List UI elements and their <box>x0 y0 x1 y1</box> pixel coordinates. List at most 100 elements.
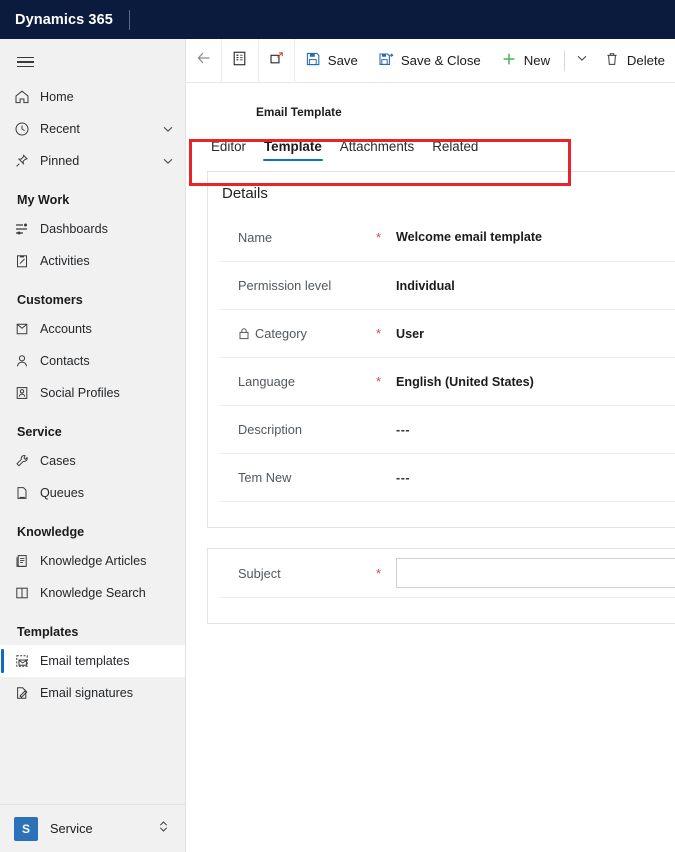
card-spacer <box>207 528 675 548</box>
field-label-permission-level: Permission level <box>238 278 332 293</box>
sidebar-item-accounts[interactable]: Accounts <box>0 313 185 345</box>
form-body: Details Name * Welcome email template Pe… <box>186 161 675 624</box>
field-value-name[interactable]: Welcome email template <box>396 230 542 244</box>
up-down-chevron-icon[interactable] <box>156 819 171 839</box>
email-template-icon <box>14 652 40 670</box>
save-and-close-button[interactable]: Save & Close <box>368 39 491 83</box>
tab-template[interactable]: Template <box>255 139 331 161</box>
sidebar-item-social-profiles[interactable]: Social Profiles <box>0 377 185 409</box>
form-icon <box>231 50 248 72</box>
lock-icon <box>238 327 250 340</box>
sidebar-group-service: Service <box>17 425 62 439</box>
field-label-description: Description <box>238 422 303 437</box>
field-value-language[interactable]: English (United States) <box>396 375 534 389</box>
sidebar-item-pinned[interactable]: Pinned <box>0 145 185 177</box>
clipboard-icon <box>14 252 40 270</box>
brand-divider <box>128 9 130 30</box>
sidebar-item-label: Dashboards <box>40 222 108 236</box>
back-button[interactable] <box>186 38 223 83</box>
sidebar-item-label: Social Profiles <box>40 386 120 400</box>
sidebar-item-label: Cases <box>40 454 76 468</box>
subject-card-footer <box>220 597 675 623</box>
sidebar-item-email-signatures[interactable]: Email signatures <box>0 677 185 709</box>
form-header: Email Template <box>186 83 675 119</box>
product-brand: Dynamics 365 <box>15 11 113 28</box>
sidebar-item-knowledge-articles[interactable]: Knowledge Articles <box>0 545 185 577</box>
left-sidebar: Home Recent Pinned My Work Dashboards Ac… <box>0 39 186 852</box>
account-icon <box>14 320 40 338</box>
form-selector-button[interactable] <box>222 38 259 83</box>
sidebar-item-dashboards[interactable]: Dashboards <box>0 213 185 245</box>
field-row-tem-new: Tem New --- <box>220 453 675 501</box>
command-bar: Save Save & Close New Delete <box>186 38 675 83</box>
pin-icon <box>14 152 40 170</box>
sidebar-item-label: Queues <box>40 486 85 500</box>
app-tile-initial: S <box>14 816 38 841</box>
sidebar-item-label: Accounts <box>40 322 92 336</box>
sidebar-item-label: Pinned <box>40 154 80 168</box>
dashboard-icon <box>14 220 40 238</box>
delete-label: Delete <box>626 53 666 68</box>
save-button[interactable]: Save <box>295 39 368 83</box>
new-label: New <box>523 53 551 68</box>
required-indicator: * <box>376 565 382 581</box>
field-value-category[interactable]: User <box>396 327 424 341</box>
sidebar-item-label: Contacts <box>40 354 90 368</box>
sidebar-group-templates: Templates <box>17 625 79 639</box>
chevron-down-icon[interactable] <box>161 122 175 136</box>
sidebar-item-home[interactable]: Home <box>0 81 185 113</box>
new-button[interactable]: New <box>491 39 560 83</box>
entity-type-label: Email Template <box>256 105 342 119</box>
sidebar-group-my-work: My Work <box>17 193 70 207</box>
sidebar-item-label: Email signatures <box>40 686 134 700</box>
form-tab-strip: Editor Template Attachments Related <box>186 119 675 161</box>
details-card: Details Name * Welcome email template Pe… <box>207 171 675 528</box>
sidebar-item-recent[interactable]: Recent <box>0 113 185 145</box>
sidebar-item-label: Knowledge Articles <box>40 554 147 568</box>
tab-editor[interactable]: Editor <box>202 139 255 161</box>
sidebar-item-contacts[interactable]: Contacts <box>0 345 185 377</box>
sidebar-item-label: Knowledge Search <box>40 586 146 600</box>
field-value-description[interactable]: --- <box>396 423 410 437</box>
person-icon <box>14 352 40 370</box>
top-header-bar: Dynamics 365 <box>0 0 675 39</box>
app-root: Dynamics 365 Home Recent Pinned My Work … <box>0 0 675 852</box>
social-profile-icon <box>14 384 40 402</box>
field-row-permission-level: Permission level Individual <box>220 261 675 309</box>
book-icon <box>14 584 40 602</box>
field-label-category: Category <box>220 326 376 341</box>
hamburger-menu-button[interactable] <box>0 43 185 81</box>
popout-icon <box>268 50 285 72</box>
sidebar-item-label: Email templates <box>40 654 130 668</box>
sidebar-item-queues[interactable]: Queues <box>0 477 185 509</box>
required-indicator: * <box>376 326 382 341</box>
subject-input[interactable] <box>396 558 675 588</box>
field-row-subject: Subject * <box>220 549 675 597</box>
sidebar-item-activities[interactable]: Activities <box>0 245 185 277</box>
save-and-close-label: Save & Close <box>400 53 481 68</box>
save-label: Save <box>327 53 358 68</box>
popout-button[interactable] <box>259 38 295 83</box>
field-value-tem-new[interactable]: --- <box>396 471 410 485</box>
sidebar-item-knowledge-search[interactable]: Knowledge Search <box>0 577 185 609</box>
chevron-down-icon[interactable] <box>161 154 175 168</box>
save-close-icon <box>378 51 394 70</box>
details-section-title: Details <box>222 185 268 202</box>
queue-icon <box>14 484 40 502</box>
home-icon <box>14 88 40 106</box>
chevron-down-icon <box>575 51 589 70</box>
required-indicator: * <box>376 229 382 245</box>
clock-icon <box>14 120 40 138</box>
tab-related[interactable]: Related <box>423 139 487 161</box>
overflow-menu-button[interactable] <box>569 39 594 83</box>
subject-card: Subject * <box>207 548 675 624</box>
app-switcher[interactable]: S Service <box>0 804 185 852</box>
delete-button[interactable]: Delete <box>594 39 675 83</box>
sidebar-item-email-templates[interactable]: Email templates <box>0 645 185 677</box>
sidebar-item-cases[interactable]: Cases <box>0 445 185 477</box>
plus-icon <box>501 51 517 70</box>
sidebar-item-label: Home <box>40 90 74 104</box>
tab-attachments[interactable]: Attachments <box>331 139 423 161</box>
signature-icon <box>14 684 40 702</box>
field-value-permission-level[interactable]: Individual <box>396 279 455 293</box>
